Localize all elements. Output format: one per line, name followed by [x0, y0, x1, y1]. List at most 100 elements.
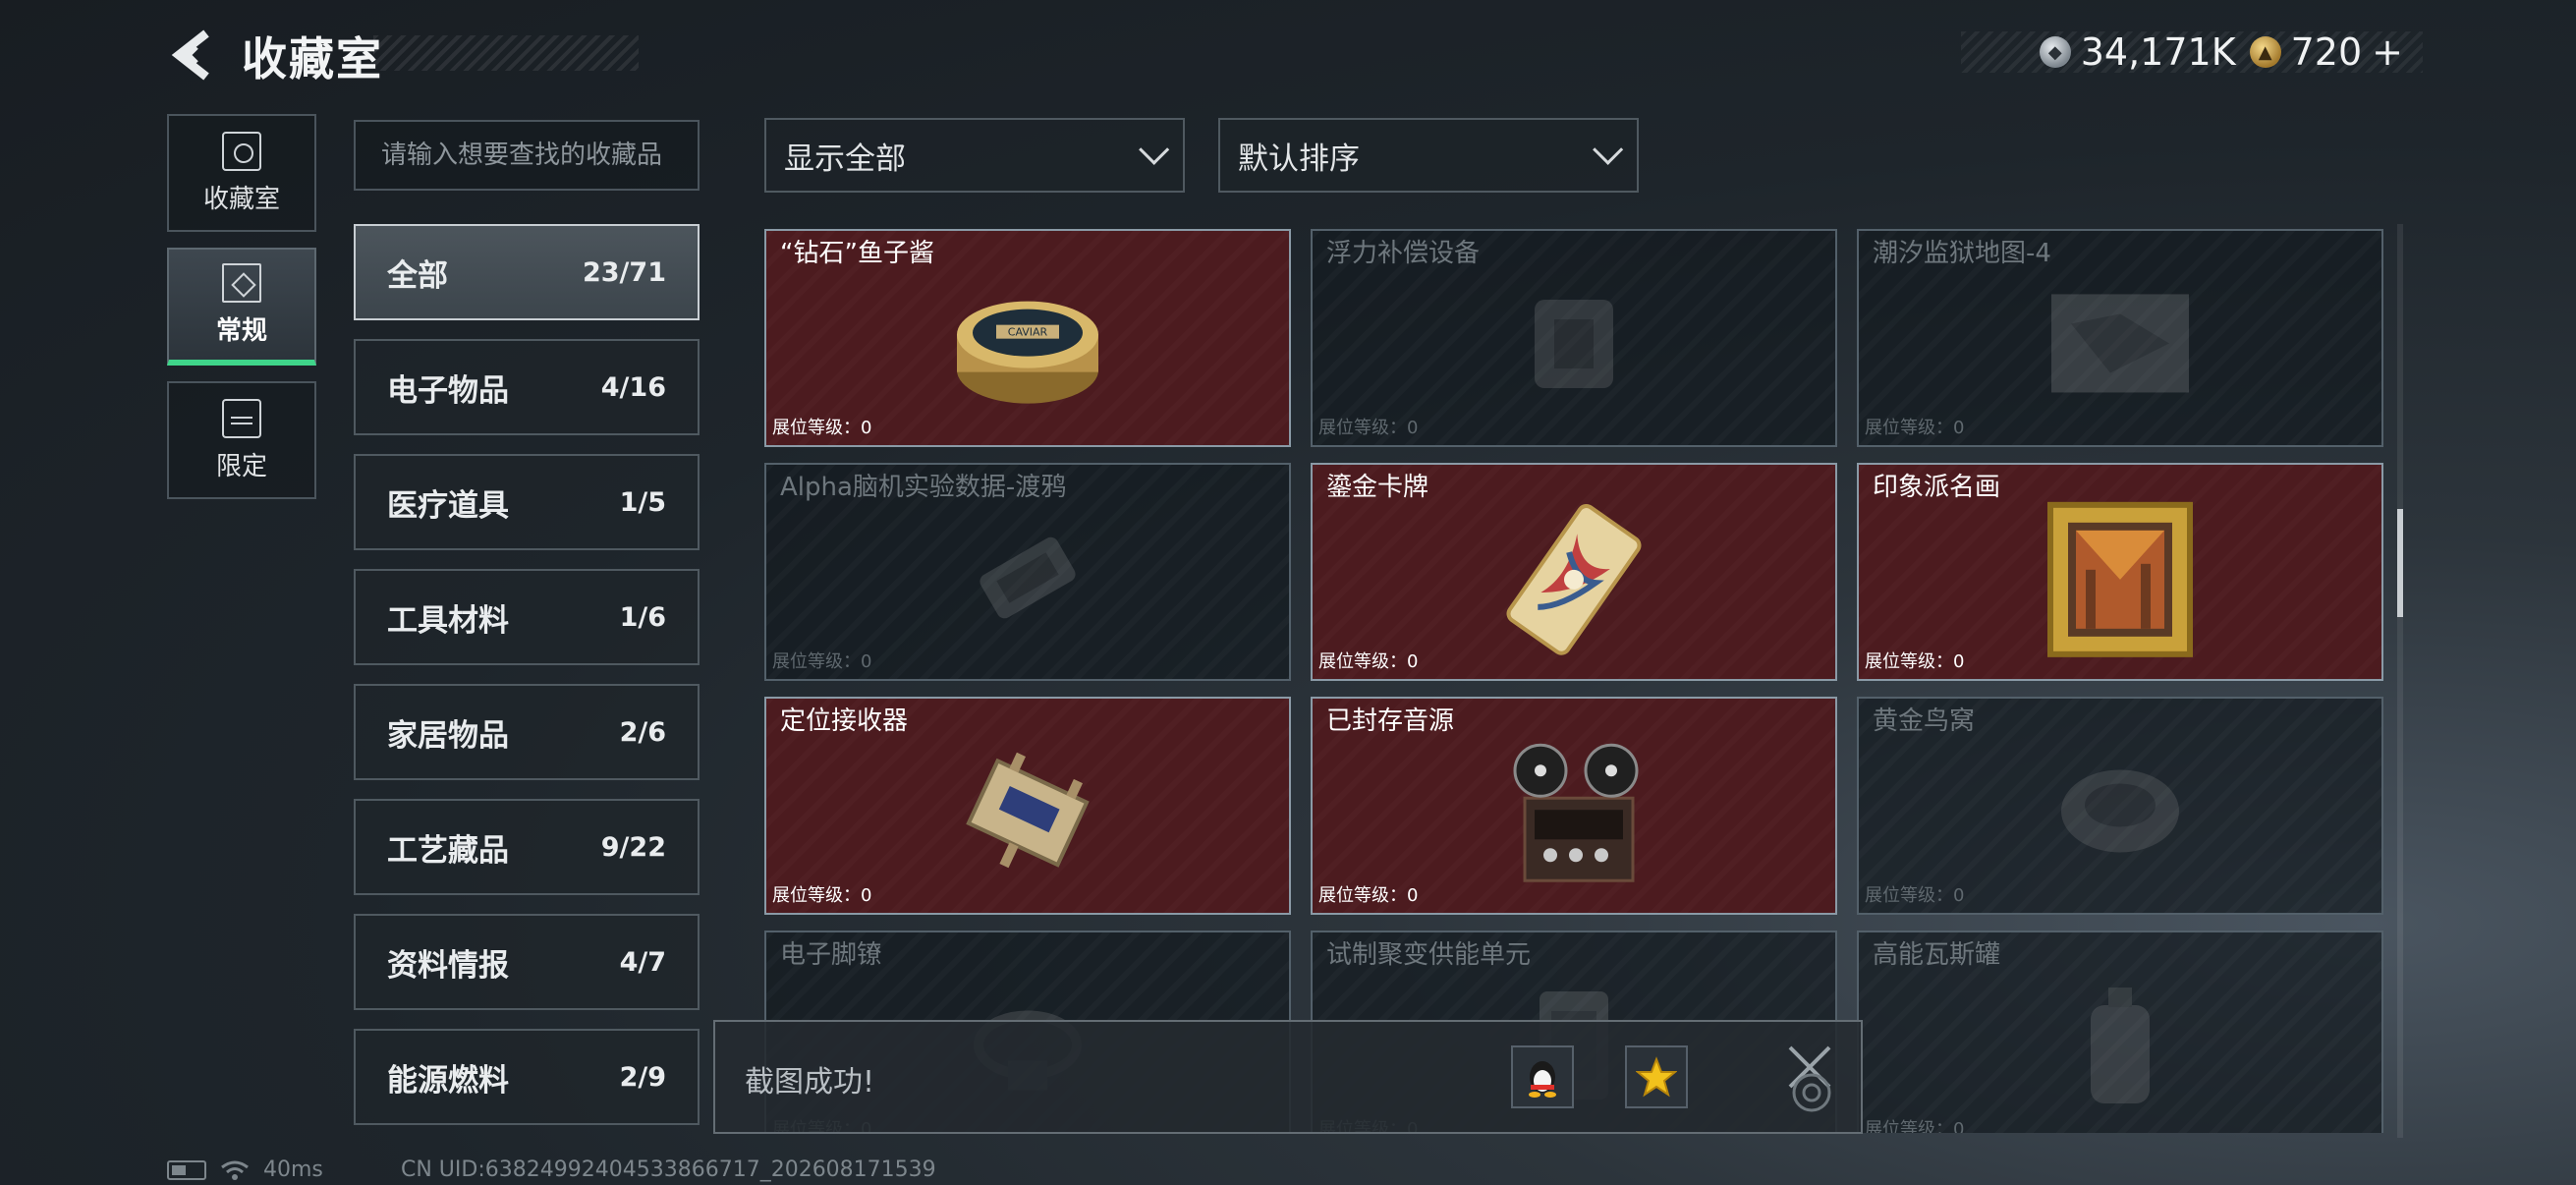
category-name: 医疗道具 [387, 487, 509, 524]
document-icon [222, 262, 261, 303]
card-level: 展位等级：0 [772, 651, 872, 672]
nav-tab-label: 常规 [215, 315, 267, 346]
display-filter-value: 显示全部 [784, 141, 906, 177]
category-name: 电子物品 [387, 372, 509, 409]
search-box [354, 120, 700, 191]
search-input[interactable] [356, 122, 698, 189]
title-decoration [373, 35, 639, 71]
nav-tab-label: 收藏室 [202, 184, 280, 214]
gas-canister-icon [2061, 982, 2179, 1113]
card-name: 浮力补偿设备 [1326, 239, 1481, 268]
gold-coin-icon: ▲ [2249, 36, 2281, 68]
category-count: 2/6 [619, 716, 666, 748]
category-household[interactable]: 家居物品 2/6 [354, 684, 700, 780]
silver-coin-icon: ◆ [2039, 36, 2071, 68]
share-qzone-button[interactable] [1625, 1045, 1688, 1108]
collection-grid: “钻石”鱼子酱 CAVIAR 展位等级：0 浮力补偿设备 展位等级：0 潮汐监狱… [764, 229, 2383, 1133]
chevron-down-icon [1139, 134, 1170, 165]
category-count: 9/22 [600, 831, 666, 863]
collectible-card[interactable]: 定位接收器 展位等级：0 [764, 697, 1291, 915]
card-level: 展位等级：0 [1318, 418, 1419, 438]
card-level: 展位等级：0 [772, 418, 872, 438]
scroll-thumb[interactable] [2397, 509, 2403, 617]
painting-icon [2046, 501, 2194, 662]
card-name: 已封存音源 [1326, 706, 1455, 736]
collectible-card[interactable]: 鎏金卡牌 展位等级：0 [1311, 463, 1837, 681]
ping-value: 40ms [263, 1157, 323, 1182]
collectible-card[interactable]: 潮汐监狱地图-4 展位等级：0 [1857, 229, 2383, 447]
golden-nest-icon [2046, 752, 2194, 874]
silver-value: 34,171K [2080, 30, 2236, 74]
collectible-card[interactable]: 印象派名画 展位等级：0 [1857, 463, 2383, 681]
currency-bar: ◆ 34,171K ▲ 720 + [1961, 30, 2423, 74]
category-name: 全部 [387, 257, 448, 294]
silver-currency: ◆ 34,171K [2039, 30, 2236, 74]
category-list: 全部 23/71 电子物品 4/16 医疗道具 1/5 工具材料 1/6 家居物… [354, 224, 700, 1144]
add-gold-button[interactable]: + [2372, 30, 2403, 74]
collectible-card[interactable]: 已封存音源 展位等级：0 [1311, 697, 1837, 915]
category-name: 能源燃料 [387, 1062, 509, 1099]
chevron-down-icon [1593, 134, 1624, 165]
collectible-card[interactable]: Alpha脑机实验数据-渡鸦 展位等级：0 [764, 463, 1291, 681]
collectible-card[interactable]: “钻石”鱼子酱 CAVIAR 展位等级：0 [764, 229, 1291, 447]
card-level: 展位等级：0 [1865, 1119, 1965, 1133]
card-name: 定位接收器 [780, 706, 909, 736]
battery-icon [167, 1159, 206, 1180]
category-crafts[interactable]: 工艺藏品 9/22 [354, 799, 700, 895]
sort-value: 默认排序 [1238, 141, 1360, 177]
wifi-icon [221, 1160, 249, 1180]
card-level: 展位等级：0 [1865, 418, 1965, 438]
share-qq-button[interactable] [1511, 1045, 1574, 1108]
map-icon [2042, 284, 2199, 406]
nav-tab-vault[interactable]: 收藏室 [167, 114, 316, 232]
category-tools[interactable]: 工具材料 1/6 [354, 569, 700, 665]
category-count: 1/6 [619, 601, 666, 633]
category-count: 4/7 [619, 946, 666, 978]
data-drive-icon [954, 514, 1101, 646]
qq-penguin-icon [1529, 1061, 1556, 1098]
card-level: 展位等级：0 [772, 885, 872, 906]
vault-icon [222, 131, 261, 171]
nav-tab-regular[interactable]: 常规 [167, 248, 316, 366]
collectible-card[interactable]: 黄金鸟窝 展位等级：0 [1857, 697, 2383, 915]
collectible-card[interactable]: 高能瓦斯罐 展位等级：0 [1857, 931, 2383, 1133]
category-count: 1/5 [619, 486, 666, 518]
caviar-tin-icon: CAVIAR [949, 276, 1106, 418]
star-icon [1636, 1056, 1677, 1098]
nav-tab-limited[interactable]: 限定 [167, 381, 316, 499]
back-button[interactable] [167, 28, 218, 83]
toast-message: 截图成功! [745, 1065, 875, 1100]
card-name: 印象派名画 [1873, 473, 2001, 502]
card-name: 鎏金卡牌 [1326, 473, 1429, 502]
close-icon [1788, 1045, 1831, 1112]
gilded-card-icon [1495, 501, 1652, 662]
card-level: 展位等级：0 [1865, 885, 1965, 906]
category-name: 工艺藏品 [387, 832, 509, 869]
category-name: 资料情报 [387, 947, 509, 984]
page-title: 收藏室 [242, 32, 383, 85]
toast-close-button[interactable] [1782, 1040, 1841, 1114]
card-level: 展位等级：0 [1318, 885, 1419, 906]
buoyancy-device-icon [1505, 280, 1643, 412]
category-count: 4/16 [600, 371, 666, 403]
receiver-icon [949, 739, 1106, 890]
card-name: “钻石”鱼子酱 [780, 239, 934, 268]
category-intel[interactable]: 资料情报 4/7 [354, 914, 700, 1010]
category-electronics[interactable]: 电子物品 4/16 [354, 339, 700, 435]
card-name: 电子脚镣 [780, 940, 883, 970]
reel-recorder-icon [1495, 739, 1652, 890]
gold-currency[interactable]: ▲ 720 + [2249, 30, 2403, 74]
grid-scrollbar[interactable] [2397, 224, 2403, 1138]
nav-tab-label: 限定 [215, 451, 267, 481]
category-count: 2/9 [619, 1061, 666, 1093]
card-name: 潮汐监狱地图-4 [1873, 239, 2051, 268]
category-all[interactable]: 全部 23/71 [354, 224, 700, 320]
display-filter-dropdown[interactable]: 显示全部 [764, 118, 1185, 193]
category-medical[interactable]: 医疗道具 1/5 [354, 454, 700, 550]
card-name: 高能瓦斯罐 [1873, 940, 2001, 970]
card-name: 黄金鸟窝 [1873, 706, 1976, 736]
sort-dropdown[interactable]: 默认排序 [1218, 118, 1639, 193]
category-energy[interactable]: 能源燃料 2/9 [354, 1029, 700, 1125]
collectible-card[interactable]: 浮力补偿设备 展位等级：0 [1311, 229, 1837, 447]
card-name: Alpha脑机实验数据-渡鸦 [780, 473, 1067, 502]
